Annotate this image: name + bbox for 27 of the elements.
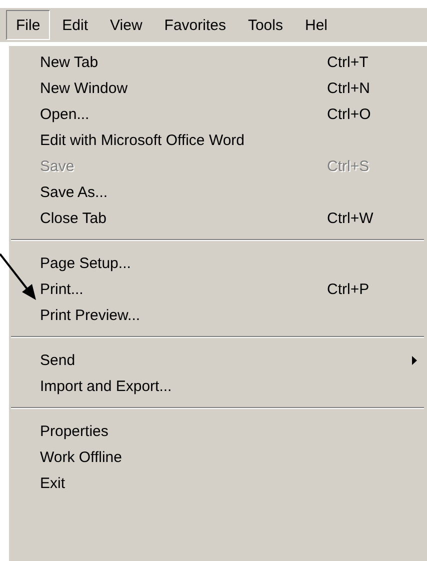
menu-bar-item[interactable]: File xyxy=(6,10,50,40)
menu-bar-item[interactable]: Edit xyxy=(52,10,98,40)
shortcut-label: Ctrl+P xyxy=(327,280,370,298)
menu-bar-item[interactable]: Favorites xyxy=(154,10,236,40)
menu-item[interactable]: Print... Ctrl+P xyxy=(9,276,427,302)
menu-item[interactable]: Exit xyxy=(9,470,427,496)
menu-item[interactable]: Properties xyxy=(9,418,427,444)
menu-item[interactable]: Page Setup... xyxy=(9,250,427,276)
menu-item[interactable]: Send xyxy=(9,347,427,373)
menu-item[interactable]: Work Offline xyxy=(9,444,427,470)
menu-item[interactable]: Open... Ctrl+O xyxy=(9,101,427,127)
menu-item[interactable]: Save As... xyxy=(9,179,427,205)
menu-bar-item[interactable]: Tools xyxy=(238,10,293,40)
menu-item[interactable]: Print Preview... xyxy=(9,302,427,328)
shortcut-label: Ctrl+S xyxy=(327,158,370,174)
shortcut-label: Ctrl+N xyxy=(327,80,371,96)
menu-item[interactable]: Import and Export... xyxy=(9,373,427,399)
shortcut-label: Ctrl+W xyxy=(327,210,374,226)
shortcut-label: Ctrl+O xyxy=(327,106,372,122)
menu-item[interactable]: Edit with Microsoft Office Word xyxy=(9,127,427,153)
menu-item[interactable]: New Tab Ctrl+T xyxy=(9,49,427,75)
menu-bar-item[interactable]: View xyxy=(100,10,152,40)
menu-bar-item[interactable]: Hel xyxy=(295,10,338,40)
menu-item[interactable]: New Window Ctrl+N xyxy=(9,75,427,101)
menu-item[interactable]: Close Tab Ctrl+W xyxy=(9,205,427,231)
submenu-arrow-icon xyxy=(412,356,417,364)
shortcut-label: Ctrl+T xyxy=(327,54,370,70)
